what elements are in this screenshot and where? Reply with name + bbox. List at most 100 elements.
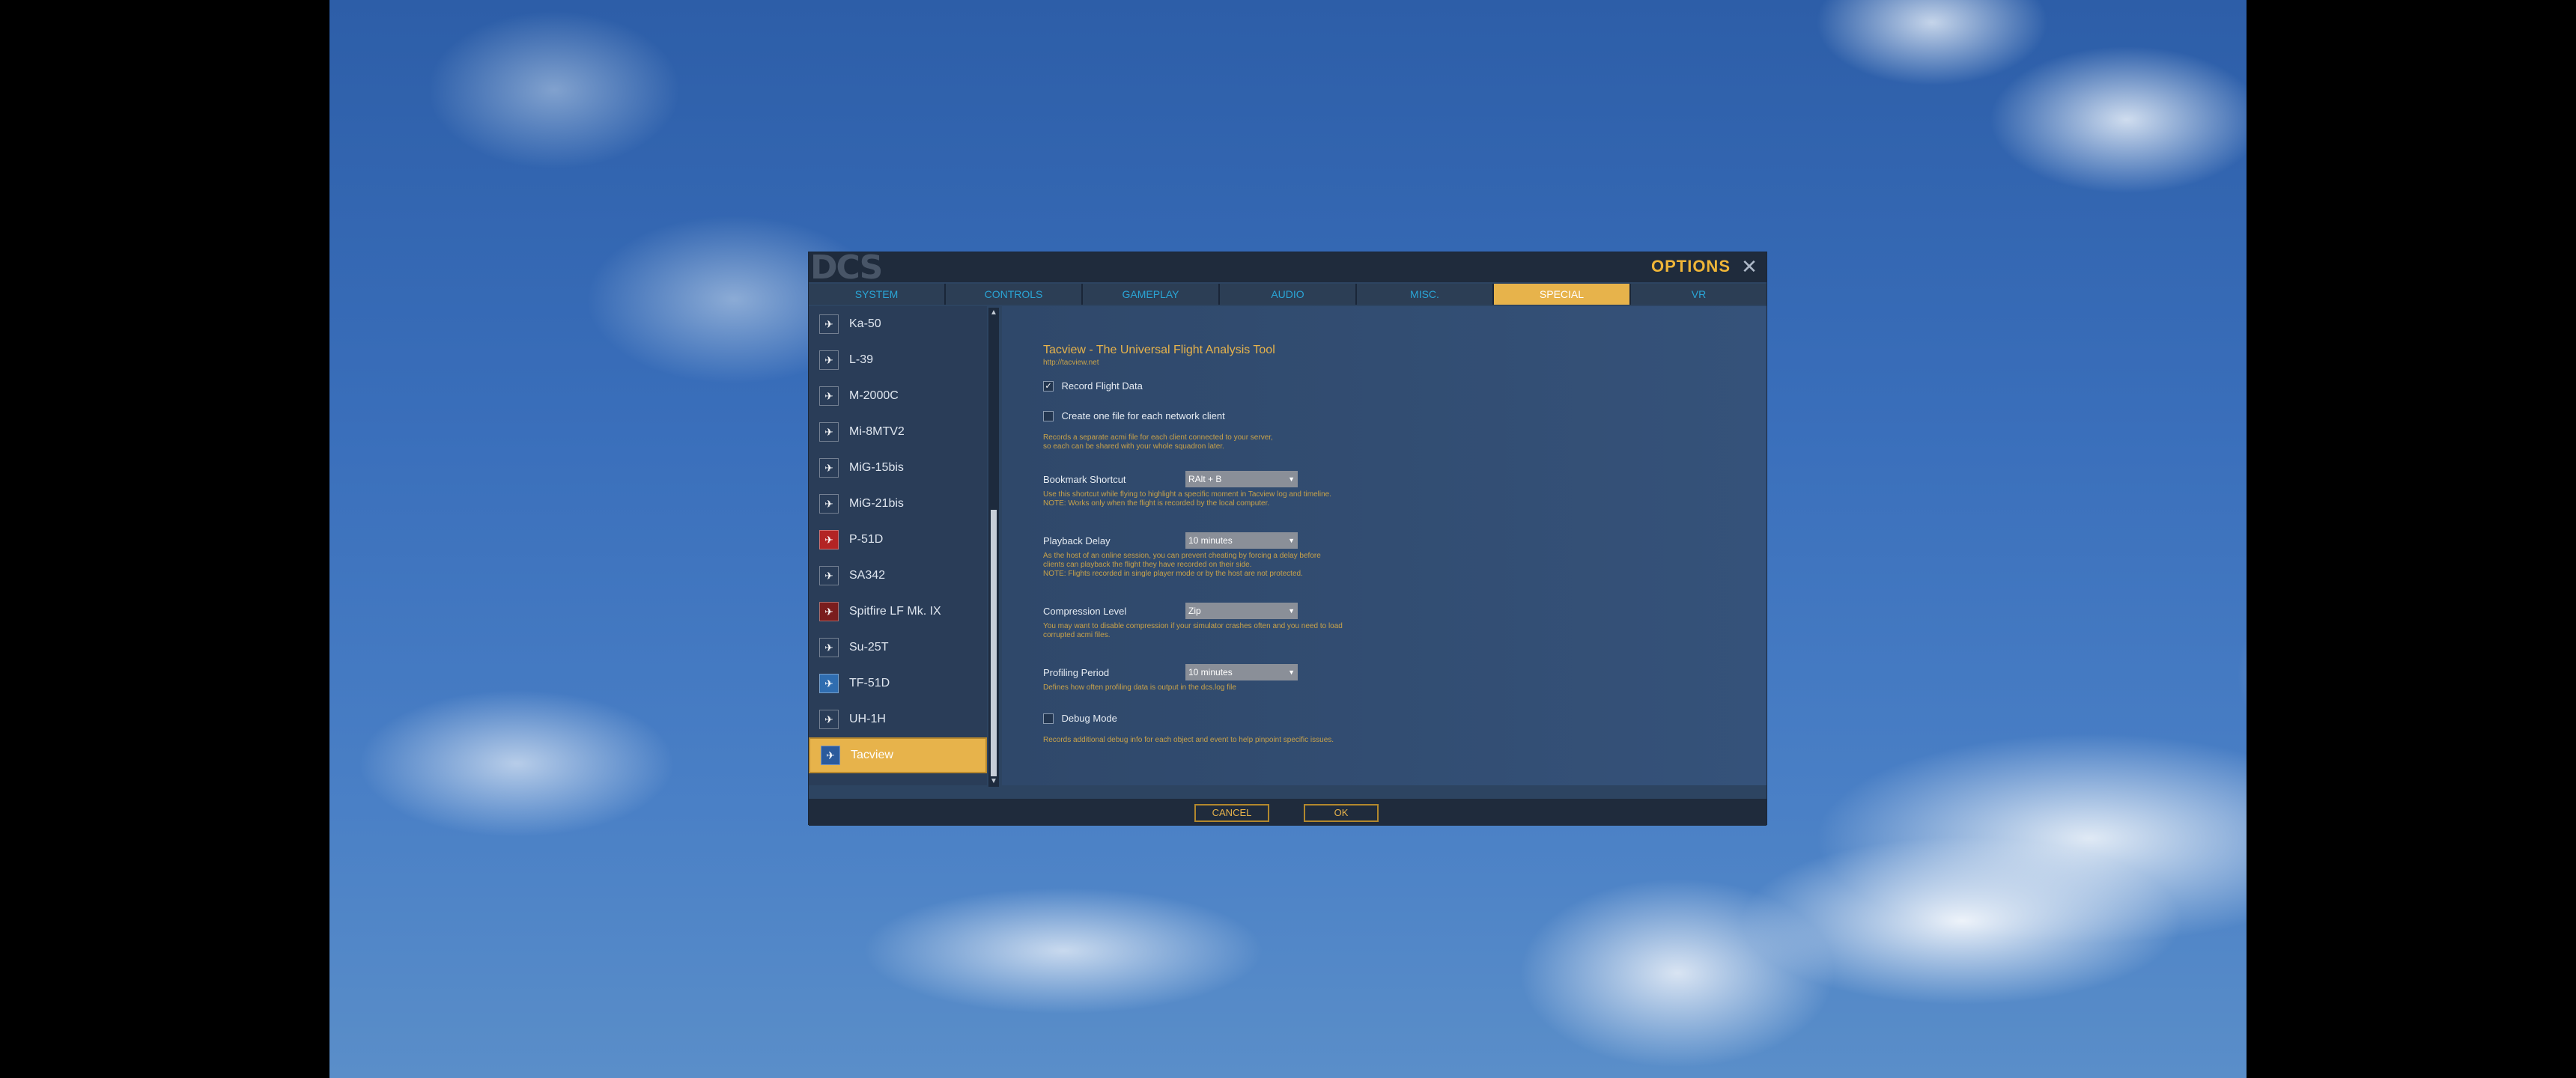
desc-line: Use this shortcut while flying to highli… <box>1043 490 1331 499</box>
one-file-per-client-label: Create one file for each network client <box>1061 410 1225 421</box>
record-flight-data-label: Record Flight Data <box>1061 380 1143 392</box>
desc-line: NOTE: Flights recorded in single player … <box>1043 570 1303 578</box>
module-item-l39[interactable]: ✈ L-39 <box>809 342 987 378</box>
module-item-tf51d[interactable]: ✈ TF-51D <box>809 666 987 701</box>
tab-controls[interactable]: CONTROLS <box>946 284 1083 305</box>
module-label: Spitfire LF Mk. IX <box>849 605 941 618</box>
tab-system[interactable]: SYSTEM <box>809 284 946 305</box>
jet-icon: ✈ <box>819 350 839 370</box>
compression-level-select[interactable]: Zip ▼ <box>1185 603 1298 619</box>
chevron-down-icon: ▼ <box>1288 475 1295 483</box>
module-item-sa342[interactable]: ✈ SA342 <box>809 558 987 594</box>
helicopter-icon: ✈ <box>819 422 839 442</box>
one-file-per-client-row[interactable]: Create one file for each network client <box>1043 409 1225 423</box>
module-item-mi8mtv2[interactable]: ✈ Mi-8MTV2 <box>809 414 987 450</box>
options-dialog: DCS OPTIONS ✕ SYSTEM CONTROLS GAMEPLAY A… <box>808 249 1767 826</box>
tab-misc[interactable]: MISC. <box>1357 284 1494 305</box>
debug-mode-desc: Records additional debug info for each o… <box>1043 736 1403 745</box>
cancel-button[interactable]: CANCEL <box>1194 804 1269 822</box>
debug-mode-checkbox[interactable] <box>1043 713 1054 724</box>
compression-level-value: Zip <box>1188 606 1201 616</box>
module-item-tacview[interactable]: ✈ Tacview <box>809 737 987 773</box>
tab-bar: SYSTEM CONTROLS GAMEPLAY AUDIO MISC. SPE… <box>809 284 1767 305</box>
chevron-down-icon: ▼ <box>1288 669 1295 676</box>
tab-special[interactable]: SPECIAL <box>1494 284 1631 305</box>
desc-line: Records additional debug info for each o… <box>1043 736 1334 744</box>
record-flight-data-row[interactable]: ✓ Record Flight Data <box>1043 380 1143 393</box>
debug-mode-row[interactable]: Debug Mode <box>1043 712 1117 725</box>
scroll-down-arrow-icon[interactable]: ▼ <box>988 776 999 787</box>
desc-line: so each can be shared with your whole sq… <box>1043 442 1224 451</box>
module-item-mig15bis[interactable]: ✈ MiG-15bis <box>809 450 987 486</box>
desc-line: Records a separate acmi file for each cl… <box>1043 433 1273 442</box>
module-list: ✈ Ka-50 ✈ L-39 ✈ M-2000C ✈ Mi-8MTV2 ✈ Mi… <box>809 306 987 785</box>
tacview-url[interactable]: http://tacview.net <box>1043 359 1099 367</box>
helicopter-icon: ✈ <box>819 566 839 585</box>
profiling-period-desc: Defines how often profiling data is outp… <box>1043 683 1403 692</box>
playback-delay-label: Playback Delay <box>1043 535 1111 546</box>
module-label: SA342 <box>849 569 886 582</box>
record-flight-data-checkbox[interactable]: ✓ <box>1043 380 1054 392</box>
module-item-ka50[interactable]: ✈ Ka-50 <box>809 306 987 342</box>
bookmark-shortcut-select[interactable]: RAlt + B ▼ <box>1185 471 1298 487</box>
prop-plane-icon: ✈ <box>819 602 839 621</box>
profiling-period-select[interactable]: 10 minutes ▼ <box>1185 664 1298 680</box>
module-label: TF-51D <box>849 677 890 689</box>
module-list-scrollbar[interactable]: ▲ ▼ <box>988 308 999 787</box>
module-label: Ka-50 <box>849 317 881 330</box>
ok-button[interactable]: OK <box>1304 804 1379 822</box>
module-label: Tacview <box>851 749 893 761</box>
dialog-footer: CANCEL OK <box>809 799 1767 826</box>
desc-line: clients can playback the flight they hav… <box>1043 561 1252 569</box>
helicopter-icon: ✈ <box>819 314 839 334</box>
module-item-su25t[interactable]: ✈ Su-25T <box>809 630 987 666</box>
playback-delay-select[interactable]: 10 minutes ▼ <box>1185 532 1298 549</box>
chevron-down-icon: ▼ <box>1288 537 1295 544</box>
tab-vr[interactable]: VR <box>1631 284 1767 305</box>
bookmark-shortcut-value: RAlt + B <box>1188 474 1222 484</box>
scroll-thumb[interactable] <box>991 510 997 776</box>
module-label: L-39 <box>849 353 874 366</box>
module-label: MiG-15bis <box>849 461 904 474</box>
module-item-mig21bis[interactable]: ✈ MiG-21bis <box>809 486 987 522</box>
tacview-icon: ✈ <box>821 746 840 765</box>
profiling-period-label: Profiling Period <box>1043 667 1110 678</box>
module-item-m2000c[interactable]: ✈ M-2000C <box>809 378 987 414</box>
module-item-spitfire[interactable]: ✈ Spitfire LF Mk. IX <box>809 594 987 630</box>
compression-level-label: Compression Level <box>1043 606 1127 617</box>
desc-line: As the host of an online session, you ca… <box>1043 552 1321 560</box>
bookmark-shortcut-label: Bookmark Shortcut <box>1043 474 1126 485</box>
module-label: P-51D <box>849 533 884 546</box>
jet-icon: ✈ <box>819 638 839 657</box>
desc-line: You may want to disable compression if y… <box>1043 622 1343 630</box>
debug-mode-label: Debug Mode <box>1061 713 1117 724</box>
close-icon[interactable]: ✕ <box>1738 255 1761 278</box>
desc-line: Defines how often profiling data is outp… <box>1043 683 1236 692</box>
module-item-uh1h[interactable]: ✈ UH-1H <box>809 701 987 737</box>
dcs-logo: DCS <box>810 249 883 287</box>
prop-plane-icon: ✈ <box>819 674 839 693</box>
jet-icon: ✈ <box>819 458 839 478</box>
prop-plane-icon: ✈ <box>819 530 839 549</box>
playback-delay-desc: As the host of an online session, you ca… <box>1043 552 1403 579</box>
tab-gameplay[interactable]: GAMEPLAY <box>1083 284 1220 305</box>
scroll-up-arrow-icon[interactable]: ▲ <box>988 308 999 318</box>
one-file-per-client-checkbox[interactable] <box>1043 410 1054 421</box>
desc-line: corrupted acmi files. <box>1043 631 1111 639</box>
dialog-title: OPTIONS <box>1650 257 1731 275</box>
profiling-period-value: 10 minutes <box>1188 667 1233 677</box>
module-label: UH-1H <box>849 713 886 725</box>
tacview-title: Tacview - The Universal Flight Analysis … <box>1043 344 1275 356</box>
settings-pane: Tacview - The Universal Flight Analysis … <box>1002 306 1767 785</box>
tab-audio[interactable]: AUDIO <box>1220 284 1357 305</box>
helicopter-icon: ✈ <box>819 710 839 729</box>
chevron-down-icon: ▼ <box>1288 607 1295 615</box>
desc-line: NOTE: Works only when the flight is reco… <box>1043 499 1270 508</box>
jet-icon: ✈ <box>819 494 839 514</box>
module-label: MiG-21bis <box>849 497 904 510</box>
bookmark-shortcut-desc: Use this shortcut while flying to highli… <box>1043 490 1403 508</box>
module-label: Mi-8MTV2 <box>849 425 905 438</box>
module-label: M-2000C <box>849 389 899 402</box>
module-item-p51d[interactable]: ✈ P-51D <box>809 522 987 558</box>
one-file-per-client-desc: Records a separate acmi file for each cl… <box>1043 433 1403 451</box>
